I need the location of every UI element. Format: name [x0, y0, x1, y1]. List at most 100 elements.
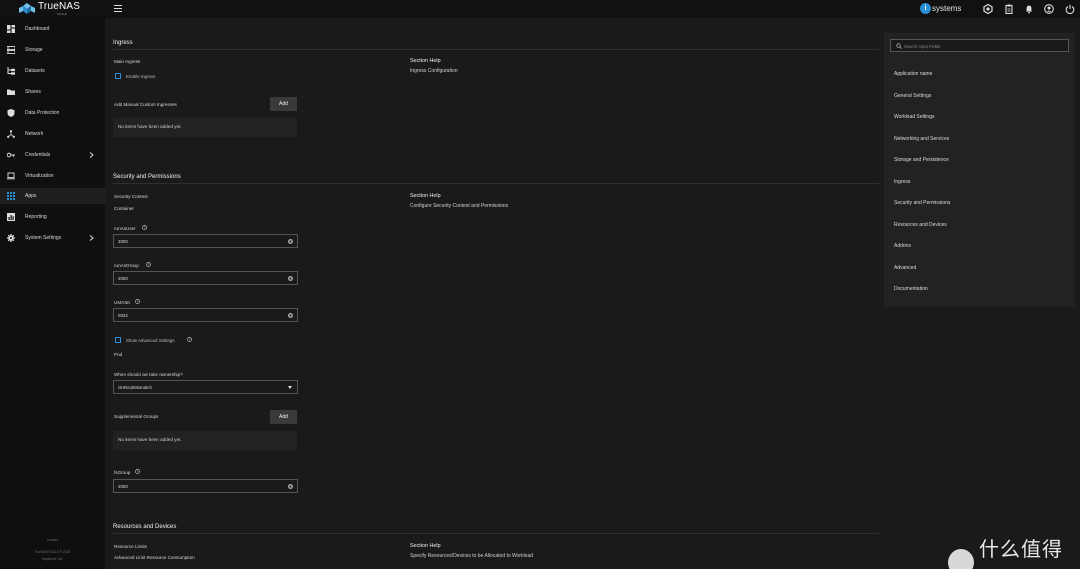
- sidebar-item-system-settings[interactable]: System Settings: [0, 230, 105, 246]
- menu-toggle-icon[interactable]: [114, 5, 122, 12]
- watermark: 什么值得买: [948, 533, 1080, 569]
- input-value: 3000: [118, 276, 128, 281]
- section-help-text: Ingress Configuration: [410, 68, 458, 74]
- chart-icon: [7, 213, 15, 221]
- custom-ingresses-label: Add Manual Custom Ingresses: [114, 102, 177, 107]
- toc-item-workload-settings[interactable]: Workload Settings: [894, 114, 934, 120]
- datasets-icon: [7, 67, 15, 75]
- chevron-down-icon: [288, 386, 292, 389]
- sidebar-item-label: Virtualization: [25, 173, 54, 179]
- power-icon[interactable]: [1065, 4, 1075, 14]
- toc-item-storage[interactable]: Storage and Persistence: [894, 157, 949, 163]
- sidebar-item-shares[interactable]: Shares: [0, 84, 105, 100]
- show-advanced-label[interactable]: Show Advanced Settings: [126, 338, 175, 343]
- input-value: 3000: [118, 484, 128, 489]
- account-icon[interactable]: [1044, 4, 1054, 14]
- ownership-select[interactable]: OnRootMismatch: [113, 380, 298, 394]
- supplemental-groups-label: Supplemental Groups: [114, 414, 159, 419]
- toc-item-ingress[interactable]: Ingress: [894, 179, 910, 185]
- toc-item-addons[interactable]: Addons: [894, 243, 911, 249]
- help-icon[interactable]: ?: [187, 337, 192, 342]
- sidebar-item-storage[interactable]: Storage: [0, 42, 105, 58]
- input-value: 0022: [118, 313, 128, 318]
- search-placeholder: Search Input Fields: [904, 44, 941, 49]
- clear-icon[interactable]: [288, 239, 293, 244]
- top-bar: TrueNAS SCALE i systems: [0, 0, 1080, 18]
- truecommand-icon[interactable]: [983, 4, 993, 14]
- run-as-user-label: runAsUser: [114, 226, 136, 231]
- empty-list-text: No items have been added yet.: [118, 437, 182, 442]
- version-text: TrueNAS SCALE ® 2024: [34, 550, 71, 554]
- clear-icon[interactable]: [288, 313, 293, 318]
- show-advanced-checkbox[interactable]: [115, 337, 121, 343]
- hostname: truenas: [47, 538, 58, 542]
- clear-icon[interactable]: [288, 484, 293, 489]
- svg-text:?: ?: [189, 338, 191, 342]
- umask-input[interactable]: 0022: [113, 308, 298, 322]
- watermark-text: 什么值得买: [978, 537, 1063, 569]
- help-icon[interactable]: ?: [135, 299, 140, 304]
- section-divider: [113, 533, 879, 534]
- sidebar-item-dashboard[interactable]: Dashboard: [0, 21, 105, 37]
- toc-item-advanced[interactable]: Advanced: [894, 265, 916, 271]
- chevron-right-icon: [89, 152, 94, 158]
- add-custom-ingress-button[interactable]: Add: [270, 97, 297, 111]
- bell-icon[interactable]: [1024, 4, 1034, 14]
- sidebar-item-virtualization[interactable]: Virtualization: [0, 168, 105, 184]
- brand-name: TrueNAS: [38, 1, 81, 12]
- shares-icon: [7, 89, 15, 95]
- run-as-group-input[interactable]: 3000: [113, 271, 298, 285]
- sidebar-item-label: Dashboard: [25, 26, 50, 32]
- clear-icon[interactable]: [288, 276, 293, 281]
- fs-group-label: fsGroup: [114, 470, 131, 475]
- ix-logo-text: systems: [932, 4, 962, 13]
- sidebar-item-datasets[interactable]: Datasets: [0, 63, 105, 79]
- clipboard-icon[interactable]: [1004, 4, 1014, 14]
- ixsystems-logo[interactable]: i systems: [920, 3, 961, 14]
- sidebar: Dashboard Storage Datasets Shares Data P…: [0, 18, 105, 569]
- enable-ingress-checkbox[interactable]: [115, 73, 121, 79]
- toc-item-resources[interactable]: Resources and Devices: [894, 222, 947, 228]
- help-icon[interactable]: ?: [142, 225, 147, 230]
- toc-item-application-name[interactable]: Application name: [894, 71, 932, 77]
- empty-list-text: No items have been added yet.: [118, 124, 182, 129]
- section-title-security: Security and Permissions: [113, 174, 181, 180]
- section-help-text: Configure Security Context and Permissio…: [410, 203, 509, 209]
- custom-ingresses-list: No items have been added yet.: [113, 118, 297, 137]
- sidebar-item-reporting[interactable]: Reporting: [0, 209, 105, 225]
- help-icon[interactable]: ?: [135, 469, 140, 474]
- section-help-title: Section Help: [410, 193, 441, 199]
- resource-limits-label: Resource Limits: [114, 544, 147, 549]
- sidebar-item-credentials[interactable]: Credentials: [0, 147, 105, 163]
- toc-item-security[interactable]: Security and Permissions: [894, 200, 950, 206]
- fs-group-input[interactable]: 3000: [113, 479, 298, 493]
- run-as-user-input[interactable]: 3000: [113, 234, 298, 248]
- company-link[interactable]: iXsystems, Inc.: [0, 557, 105, 561]
- svg-text:?: ?: [148, 263, 150, 267]
- svg-text:?: ?: [144, 226, 146, 230]
- section-help-text: Specify Resources/Devices to be Allocate…: [410, 553, 534, 559]
- supplemental-groups-list: No items have been added yet.: [113, 431, 297, 450]
- help-icon[interactable]: ?: [146, 262, 151, 267]
- sidebar-item-label: Reporting: [25, 214, 47, 220]
- toc-item-networking[interactable]: Networking and Services: [894, 136, 949, 142]
- sidebar-item-label: Network: [25, 131, 44, 137]
- sidebar-item-label: Apps: [25, 193, 37, 199]
- add-supplemental-group-button[interactable]: Add: [270, 410, 297, 424]
- section-title-ingress: Ingress: [113, 40, 133, 46]
- sidebar-item-label: System Settings: [25, 235, 62, 241]
- dashboard-icon: [7, 25, 15, 33]
- search-input[interactable]: Search Input Fields: [890, 39, 1069, 52]
- toc-item-general-settings[interactable]: General Settings: [894, 93, 931, 99]
- truenas-logo[interactable]: TrueNAS SCALE: [19, 1, 81, 16]
- shield-icon: [7, 109, 15, 117]
- app-config-form: Ingress Main Ingress Enable Ingress Sect…: [105, 18, 879, 569]
- enable-ingress-label[interactable]: Enable Ingress: [126, 74, 155, 79]
- laptop-icon: [7, 172, 15, 180]
- sidebar-item-network[interactable]: Network: [0, 126, 105, 142]
- brand-sub: SCALE: [57, 12, 67, 16]
- sidebar-item-label: Credentials: [25, 152, 51, 158]
- toc-item-documentation[interactable]: Documentation: [894, 286, 928, 292]
- sidebar-item-data-protection[interactable]: Data Protection: [0, 105, 105, 121]
- sidebar-item-apps[interactable]: Apps: [0, 188, 105, 204]
